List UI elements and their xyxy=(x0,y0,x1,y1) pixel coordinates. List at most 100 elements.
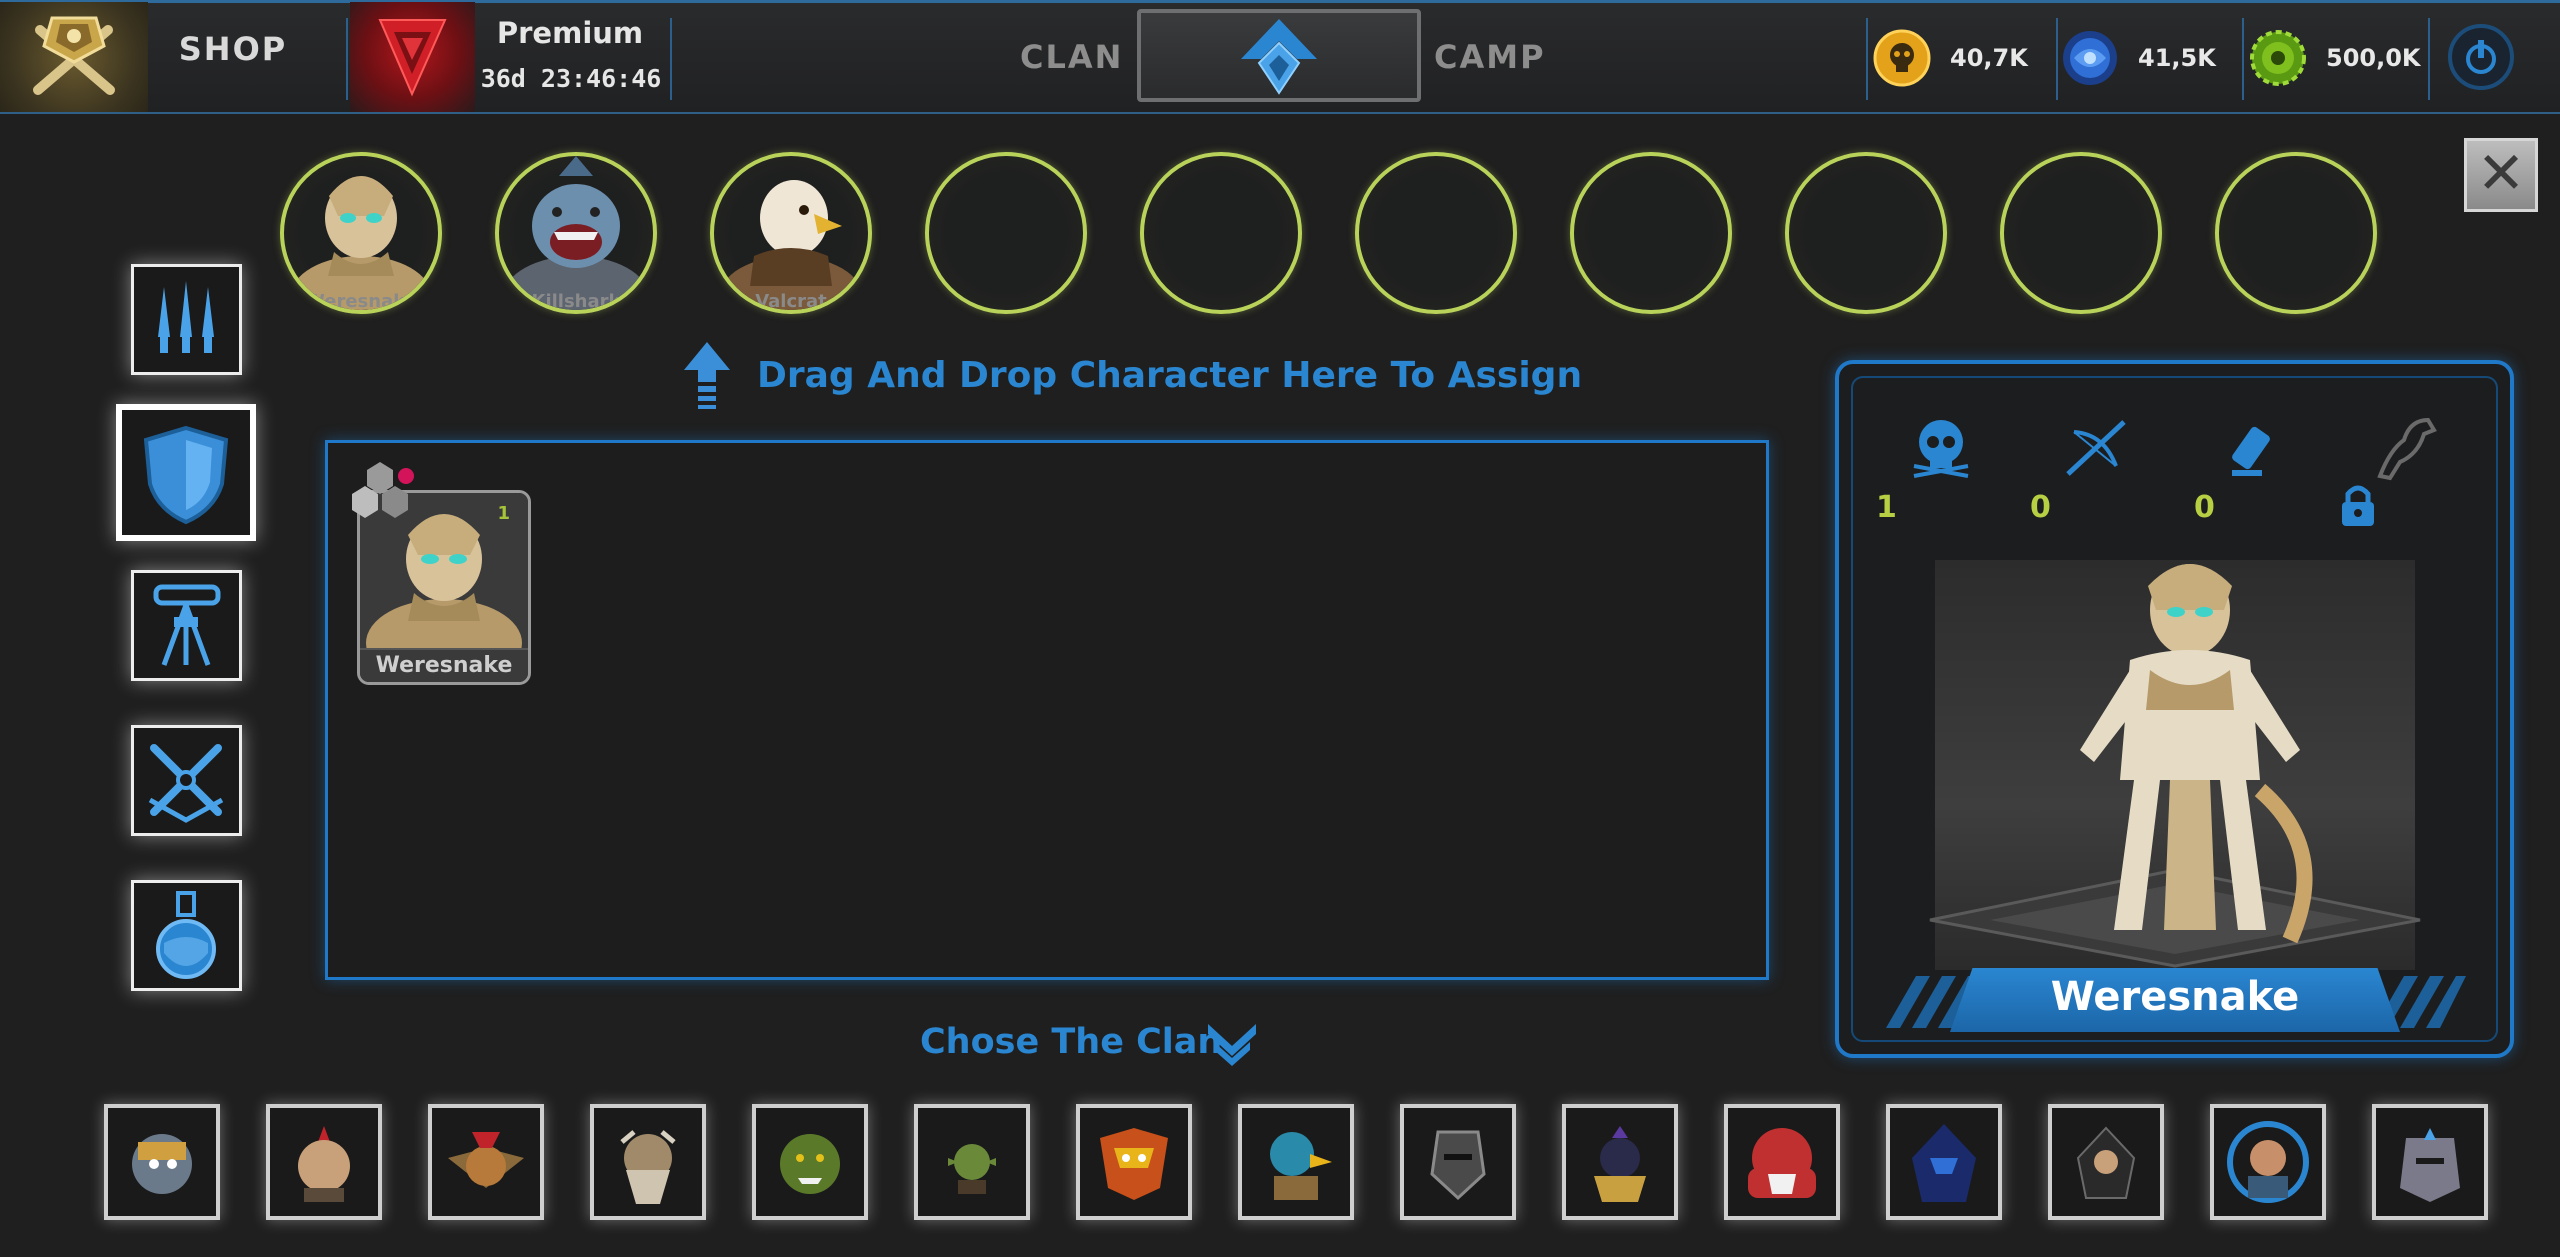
category-shield-button[interactable] xyxy=(116,404,256,541)
red-giant-emblem xyxy=(1738,1118,1826,1206)
divider xyxy=(2056,18,2058,100)
resource-value: 500,0K xyxy=(2326,44,2421,72)
clan-tile-steel-helm[interactable] xyxy=(2372,1104,2488,1220)
viking-elder-emblem xyxy=(604,1118,692,1206)
clan-tile-goblin-small[interactable] xyxy=(914,1104,1030,1220)
card-level: 1 xyxy=(497,503,510,524)
goblin-small-emblem xyxy=(928,1118,1016,1206)
blue-orb-icon xyxy=(2063,31,2117,85)
telescope-tripod-icon xyxy=(153,584,221,666)
clan-tile-goblin-red[interactable] xyxy=(428,1104,544,1220)
hero-slot-empty[interactable] xyxy=(925,152,1087,314)
clan-tile-spartan[interactable] xyxy=(266,1104,382,1220)
resource-value: 40,7K xyxy=(1950,44,2028,72)
hero-slot-empty[interactable] xyxy=(2215,152,2377,314)
clan-tile-assassin[interactable] xyxy=(2048,1104,2164,1220)
crossed-axes-emblem-icon xyxy=(33,16,115,95)
hero-slot-empty[interactable] xyxy=(1355,152,1517,314)
killshark-portrait xyxy=(504,156,648,310)
lock-icon xyxy=(2342,485,2374,526)
valcrat-portrait xyxy=(719,180,863,310)
new-indicator-dot xyxy=(398,468,414,484)
clan-tile-bird-knight[interactable] xyxy=(1238,1104,1354,1220)
resource-value: 41,5K xyxy=(2138,44,2216,72)
shop-label[interactable]: SHOP xyxy=(148,30,318,68)
clan-tile-viking-elder[interactable] xyxy=(590,1104,706,1220)
assassin-emblem xyxy=(2062,1118,2150,1206)
up-arrow-icon xyxy=(684,342,730,409)
category-siege-button[interactable] xyxy=(131,570,242,681)
premium-button[interactable] xyxy=(350,2,475,112)
drag-drop-hint: Drag And Drop Character Here To Assign xyxy=(757,355,1583,396)
double-chevron-down-icon[interactable] xyxy=(1204,1020,1260,1070)
clan-tile-armored-bird[interactable] xyxy=(1562,1104,1678,1220)
clan-tile-dark-knight[interactable] xyxy=(1400,1104,1516,1220)
clan-tile-red-giant[interactable] xyxy=(1724,1104,1840,1220)
shield-icon xyxy=(143,425,229,525)
dwarf-mech-emblem xyxy=(118,1118,206,1206)
hero-slot-empty[interactable] xyxy=(1785,152,1947,314)
cannon-icon xyxy=(2232,426,2270,476)
divider xyxy=(2242,18,2244,100)
hero-slot-empty[interactable] xyxy=(2000,152,2162,314)
hero-slot-1[interactable]: Weresnake xyxy=(280,152,442,314)
dark-knight-emblem xyxy=(1414,1118,1502,1206)
bird-knight-emblem xyxy=(1252,1118,1340,1206)
hero-slot-3[interactable]: Valcrat xyxy=(710,152,872,314)
character-drop-area[interactable] xyxy=(325,440,1769,980)
top-bar: SHOP Premium 36d 23:46:46 CLAN CAMP 40,7… xyxy=(0,0,2560,114)
category-potion-button[interactable] xyxy=(131,880,242,991)
armored-bird-emblem xyxy=(1576,1118,1664,1206)
potion-flask-icon xyxy=(156,891,216,979)
close-button[interactable]: ✕ xyxy=(2464,138,2538,212)
clan-tile-dragon-mask[interactable] xyxy=(1076,1104,1192,1220)
crossbow-icon xyxy=(2066,420,2126,476)
stat-value-siege: 0 xyxy=(2194,490,2215,525)
category-blades-button[interactable] xyxy=(131,264,242,375)
clan-tile-dwarf-mech[interactable] xyxy=(104,1104,220,1220)
clan-crest-icon xyxy=(1241,19,1317,95)
clan-chooser-title: Chose The Clan xyxy=(920,1022,1223,1062)
power-icon xyxy=(2466,40,2496,74)
clan-tile-orc-green[interactable] xyxy=(752,1104,868,1220)
goblin-red-emblem xyxy=(442,1118,530,1206)
hero-name: Weresnake xyxy=(2050,974,2300,1020)
clan-tile-blue-hood[interactable] xyxy=(1886,1104,2002,1220)
divider xyxy=(670,18,672,100)
skull-icon xyxy=(1913,420,1969,478)
soldier-emblem xyxy=(2224,1118,2312,1206)
green-gear-icon xyxy=(2250,30,2306,86)
power-button[interactable] xyxy=(2448,24,2514,90)
steel-helm-emblem xyxy=(2386,1118,2474,1206)
slot-name: Valcrat xyxy=(755,291,827,312)
stat-value-kills: 1 xyxy=(1876,490,1897,525)
divider xyxy=(2428,18,2430,100)
shop-emblem-button[interactable] xyxy=(0,2,148,112)
skull-coin-icon xyxy=(1873,29,1931,87)
category-crossed-swords-button[interactable] xyxy=(131,725,242,836)
hero-slot-empty[interactable] xyxy=(1570,152,1732,314)
clan-tile-soldier[interactable] xyxy=(2210,1104,2326,1220)
premium-timer: 36d 23:46:46 xyxy=(480,64,662,93)
premium-crest-icon xyxy=(378,19,447,97)
triple-blades-icon xyxy=(158,281,214,353)
blue-hood-emblem xyxy=(1900,1118,1988,1206)
slot-name: Killshark xyxy=(531,291,621,312)
spartan-emblem xyxy=(280,1118,368,1206)
crossed-swords-icon xyxy=(148,744,224,823)
nav-camp-tab[interactable]: CAMP xyxy=(1434,38,1546,76)
nav-clan-tab[interactable]: CLAN xyxy=(1020,38,1123,76)
premium-title: Premium xyxy=(496,16,644,50)
dragon-mask-emblem xyxy=(1090,1118,1178,1206)
nav-home-button[interactable] xyxy=(1137,9,1421,102)
card-name: Weresnake xyxy=(360,648,528,682)
weresnake-portrait xyxy=(291,176,431,310)
divider xyxy=(1866,18,1868,100)
weresnake-hero-model xyxy=(2080,564,2313,944)
orc-green-emblem xyxy=(766,1118,854,1206)
hero-slot-empty[interactable] xyxy=(1140,152,1302,314)
divider xyxy=(346,18,348,100)
horse-icon xyxy=(2377,417,2437,481)
slot-name: Weresnake xyxy=(305,291,417,312)
hero-slot-2[interactable]: Killshark xyxy=(495,152,657,314)
